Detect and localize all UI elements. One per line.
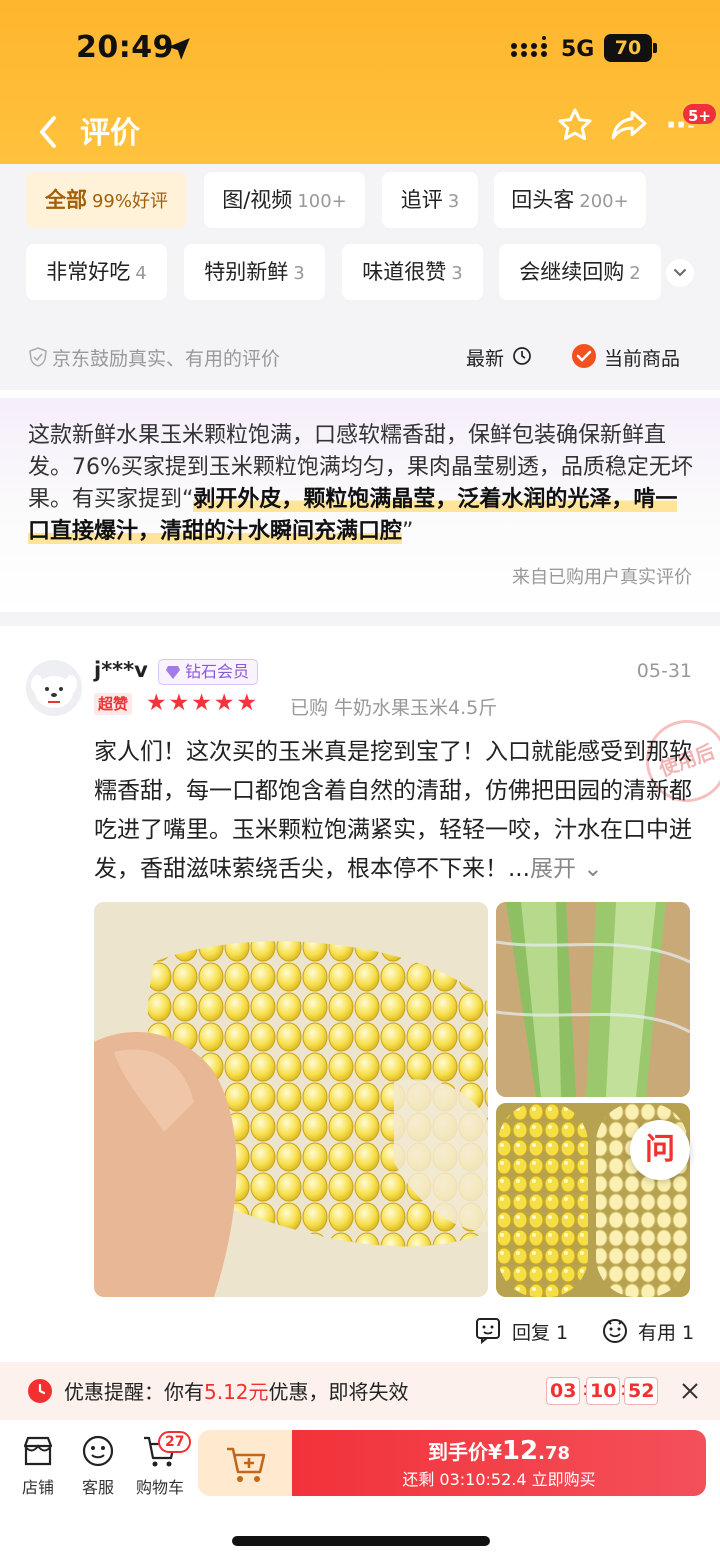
super-tag: 超赞 [94, 693, 133, 715]
reviewer-name: j***v [94, 658, 148, 682]
shop-icon [23, 1436, 53, 1466]
review-photo-2[interactable] [496, 902, 690, 1097]
shield-check-icon [29, 347, 47, 367]
filter-chip-tag[interactable]: 会继续回购 2 [499, 244, 661, 300]
useful-icon[interactable] [600, 1315, 630, 1345]
clock-alert-icon [28, 1379, 52, 1403]
countdown-hours: 03 [546, 1377, 581, 1405]
battery-icon: 70 [604, 34, 652, 62]
filter-chip-followup[interactable]: 追评 3 [382, 172, 478, 228]
current-product-checkbox[interactable] [572, 344, 596, 368]
filter-chip-all[interactable]: 全部 99%好评 [26, 172, 187, 228]
battery-level: 70 [614, 37, 642, 59]
signal-icon [511, 36, 547, 57]
corn-husk-image [496, 902, 690, 1097]
check-icon [576, 350, 592, 362]
countdown-seconds: 52 [624, 1377, 659, 1405]
message-badge: 5+ [681, 102, 719, 126]
useful-count[interactable]: 有用 1 [638, 1318, 694, 1345]
review-content: 家人们！这次买的玉米真是挖到宝了！入口就能感受到那软糯香甜，每一口都饱含着自然的… [94, 739, 692, 882]
cart-count-badge: 27 [158, 1431, 192, 1453]
filter-chip-returning[interactable]: 回头客 200+ [494, 172, 646, 228]
avatar-dog-icon [31, 675, 77, 708]
buy-now-button[interactable]: 到手价¥12.78 还剩 03:10:52.4 立即购买 [292, 1430, 706, 1496]
back-icon[interactable] [34, 114, 62, 150]
encourage-note: 京东鼓励真实、有用的评价 [52, 348, 281, 370]
page-title: 评价 [80, 116, 140, 151]
clock-icon [513, 347, 531, 365]
add-cart-icon [227, 1447, 266, 1482]
chevron-down-icon [674, 269, 686, 277]
service-icon [82, 1435, 114, 1467]
home-indicator [232, 1536, 490, 1546]
review-date: 05-31 [636, 660, 692, 682]
location-arrow-icon [168, 38, 190, 60]
filter-chip-tag[interactable]: 味道很赞 3 [342, 244, 483, 300]
share-icon[interactable] [609, 106, 649, 144]
corn-image [94, 902, 488, 1297]
review-photo-main[interactable] [94, 902, 488, 1297]
section-divider [0, 612, 720, 626]
filter-chip-tag[interactable]: 特别新鲜 3 [184, 244, 325, 300]
sort-latest-button[interactable]: 最新 [466, 344, 504, 371]
favorite-star-icon[interactable] [556, 106, 594, 144]
purchased-variant: 已购 牛奶水果玉米4.5斤 [290, 697, 498, 719]
status-time: 20:49 [76, 30, 174, 65]
shop-button[interactable]: 店铺 [8, 1432, 68, 1498]
ask-button[interactable]: 问 [630, 1120, 690, 1180]
close-icon[interactable] [680, 1381, 700, 1401]
service-button[interactable]: 客服 [68, 1432, 128, 1498]
summary-text: 这款新鲜水果玉米颗粒饱满，口感软糯香甜，保鲜包装确保新鲜直发。76%买家提到玉米… [28, 423, 693, 544]
countdown-minutes: 10 [586, 1377, 621, 1405]
member-badge: 钻石会员 [158, 659, 259, 685]
avatar[interactable] [26, 660, 82, 716]
add-to-cart-button[interactable] [198, 1430, 294, 1496]
current-product-label: 当前商品 [604, 348, 681, 370]
reply-count[interactable]: 回复 1 [512, 1318, 568, 1345]
expand-link[interactable]: 展开 ⌄ [530, 856, 603, 882]
expand-filters-button[interactable] [666, 259, 694, 287]
filter-chip-tag[interactable]: 非常好吃 4 [26, 244, 167, 300]
summary-source: 来自已购用户真实评价 [512, 567, 692, 588]
promo-text: 优惠提醒：你有5.12元优惠，即将失效 [64, 1380, 409, 1404]
filter-chip-photo-video[interactable]: 图/视频 100+ [204, 172, 365, 228]
rating-stars: ★★★★★ [146, 690, 260, 716]
network-label: 5G [561, 37, 595, 62]
diamond-icon [166, 666, 180, 679]
reply-icon[interactable] [474, 1316, 502, 1344]
